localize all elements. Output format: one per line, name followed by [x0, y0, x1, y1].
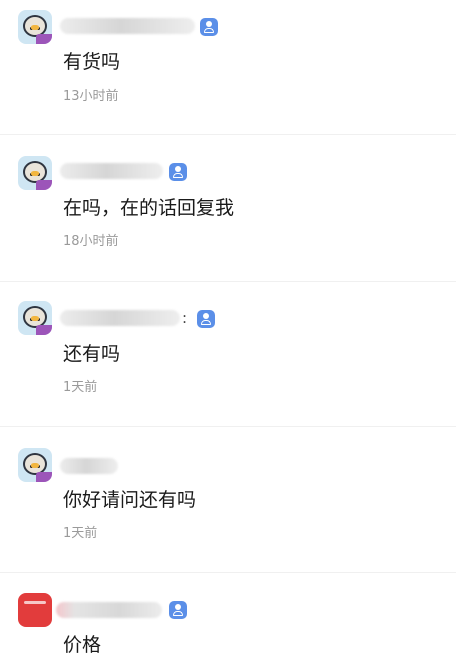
divider — [0, 281, 456, 282]
red-ticket-avatar-icon — [24, 601, 46, 604]
verified-user-icon — [200, 18, 218, 36]
avatar[interactable] — [18, 10, 52, 44]
comment-text: 还有吗 — [63, 343, 121, 365]
comment-list: 有货吗 13小时前 在吗，在的话回复我 18小时前 : 还有吗 1天前 你好请问… — [0, 0, 456, 658]
comment-text: 有货吗 — [63, 51, 121, 73]
divider — [0, 134, 456, 135]
avatar[interactable] — [18, 593, 52, 627]
comment-time: 13小时前 — [63, 89, 119, 104]
verified-user-icon — [169, 163, 187, 181]
divider — [0, 572, 456, 573]
verified-user-icon — [169, 601, 187, 619]
username-redacted[interactable] — [60, 163, 163, 179]
avatar[interactable] — [18, 156, 52, 190]
username-redacted[interactable] — [60, 18, 195, 34]
avatar[interactable] — [18, 448, 52, 482]
comment-text: 价格 — [63, 634, 102, 656]
username-redacted[interactable] — [60, 458, 118, 474]
comment-time: 1天前 — [63, 380, 98, 395]
comment-text: 你好请问还有吗 — [63, 489, 197, 511]
divider — [0, 426, 456, 427]
avatar[interactable] — [18, 301, 52, 335]
verified-user-icon — [197, 310, 215, 328]
username-redacted[interactable] — [60, 310, 180, 326]
comment-time: 18小时前 — [63, 234, 119, 249]
comment-time: 1天前 — [63, 526, 98, 541]
truncated-name-glyph: : — [182, 309, 188, 327]
username-redacted[interactable] — [56, 602, 162, 618]
comment-text: 在吗，在的话回复我 — [63, 197, 235, 219]
